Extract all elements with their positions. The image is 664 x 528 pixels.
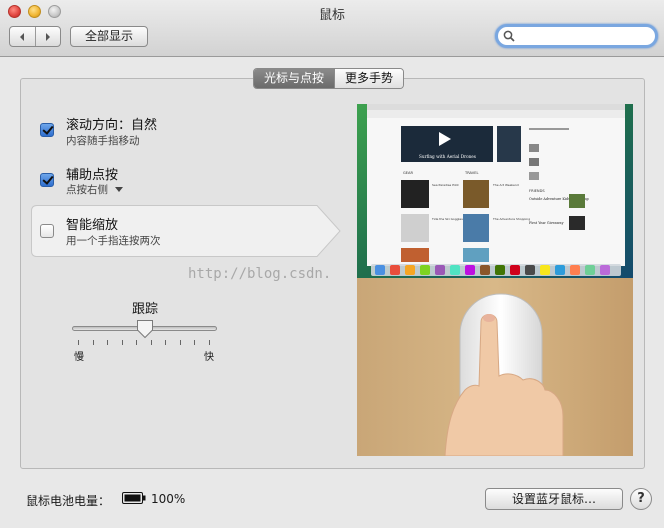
dock-app-icon (450, 265, 460, 275)
tracking-tick (92, 340, 94, 345)
scroll-direction-subtitle: 内容随手指移动 (66, 135, 140, 147)
help-button[interactable]: ? (630, 488, 652, 510)
secondary-click-dropdown[interactable]: 点按右侧 (66, 182, 124, 197)
tracking-fast-label: 快 (204, 352, 214, 363)
smart-zoom-subtitle: 用一个手指连按两次 (66, 235, 161, 247)
smart-zoom-title: 智能缩放 (66, 218, 119, 233)
secondary-click-value: 点按右侧 (66, 184, 108, 196)
battery-label: 鼠标电池电量： (26, 494, 111, 508)
tracking-tick (78, 340, 79, 345)
tracking-slow-label: 慢 (74, 352, 84, 363)
preview-travel-label: TRAVEL (464, 171, 479, 175)
dock-app-icon (390, 265, 400, 275)
preview-giveaway-headline: First Year Giveaway (529, 221, 564, 225)
tracking-tick (121, 340, 123, 345)
dock-app-icon (525, 265, 535, 275)
tracking-ticks (78, 340, 210, 346)
tracking-tick (179, 340, 181, 345)
tab-more-gestures[interactable]: 更多手势 (334, 69, 404, 88)
window-title: 鼠标 (318, 8, 345, 23)
dock-app-icon (510, 265, 520, 275)
smart-zoom-checkbox[interactable] (40, 224, 54, 238)
dock-app-icon (375, 265, 385, 275)
search-icon (503, 30, 515, 42)
battery-icon (122, 492, 146, 504)
dock-app-icon (480, 265, 490, 275)
preview-friends-label: FRIENDS (529, 189, 545, 193)
chevron-left-icon (20, 32, 25, 41)
dock-app-icon (435, 265, 445, 275)
tab-point-click[interactable]: 光标与点按 (254, 69, 335, 88)
dock-app-icon (405, 265, 415, 275)
dock-app-icon (465, 265, 475, 275)
tracking-tick (150, 340, 152, 345)
secondary-click-checkbox[interactable] (40, 173, 54, 187)
secondary-click-title: 辅助点按 (66, 168, 119, 183)
title-bar: 鼠标 全部显示 (0, 0, 664, 57)
back-button[interactable] (10, 27, 35, 46)
forward-button[interactable] (34, 27, 61, 46)
preview-item-4: The Adventure Shopping (492, 217, 530, 221)
dock-app-icon (585, 265, 595, 275)
dock-app-icon (495, 265, 505, 275)
tracking-label: 跟踪 (132, 302, 159, 317)
tracking-slider-thumb[interactable] (136, 319, 154, 339)
scroll-direction-checkbox[interactable] (40, 123, 54, 137)
tracking-tick (208, 340, 210, 345)
dock-app-icon (540, 265, 550, 275)
chevron-right-icon (45, 32, 50, 41)
preview-headline-drones: Surfing with Aerial Drones (419, 154, 476, 159)
dock-app-icon (555, 265, 565, 275)
preview-gear-label: GEAR (403, 171, 414, 175)
preview-item-1: Sea Paradise Pilot (432, 183, 459, 187)
tracking-tick (194, 340, 195, 345)
watermark: http://blog.csdn. (188, 266, 332, 282)
gesture-preview-video: Surfing with Aerial Drones GEAR TRAVEL S… (357, 104, 633, 456)
chevron-down-icon (115, 187, 124, 192)
battery-value: 100% (151, 492, 186, 506)
setup-bluetooth-mouse-button[interactable]: 设置蓝牙鼠标… (485, 488, 623, 510)
show-all-button[interactable]: 全部显示 (70, 26, 148, 47)
dock-app-icon (570, 265, 580, 275)
tracking-tick (136, 340, 137, 345)
search-field (495, 24, 658, 48)
preview-item-3: Tide the Ski Goggles (431, 217, 463, 221)
dock-app-icon (600, 265, 610, 275)
back-forward-control (9, 26, 61, 47)
preview-item-2: The Art Weekend (492, 183, 519, 187)
tracking-tick (107, 340, 108, 345)
dock-app-icon (420, 265, 430, 275)
segmented-tabs: 光标与点按 更多手势 (253, 68, 405, 89)
tracking-tick (165, 340, 166, 345)
scroll-direction-title: 滚动方向：自然 (66, 118, 158, 133)
search-input[interactable] (518, 28, 648, 44)
